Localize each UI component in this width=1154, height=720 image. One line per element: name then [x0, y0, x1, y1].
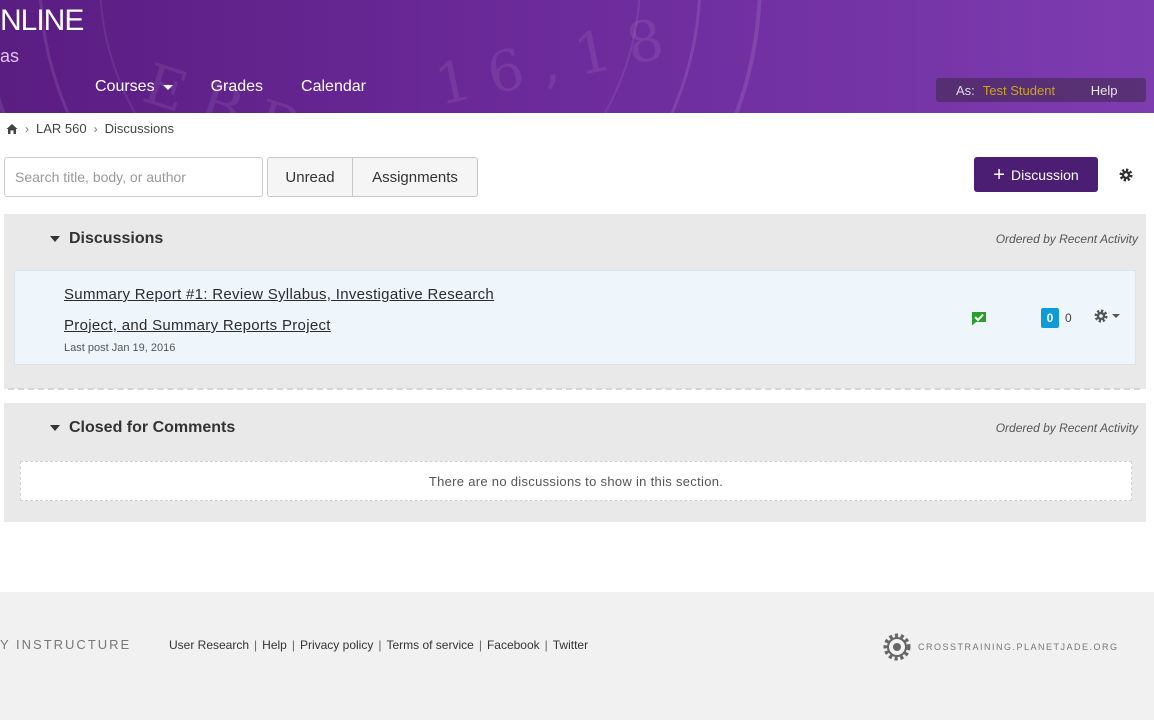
- plus-icon: +: [993, 163, 1005, 186]
- chevron-down-icon: [162, 84, 173, 90]
- link-separator: |: [544, 638, 548, 652]
- chevron-right-icon: ›: [93, 121, 98, 136]
- user-name-link[interactable]: Test Student: [983, 83, 1075, 98]
- breadcrumb: › LAR 560 › Discussions: [6, 121, 174, 136]
- footer: Y INSTRUCTURE User Research | Help | Pri…: [0, 592, 1154, 720]
- instructure-logo[interactable]: Y INSTRUCTURE: [0, 637, 131, 652]
- as-label: As:: [956, 82, 975, 98]
- nav-calendar[interactable]: Calendar: [301, 78, 366, 96]
- global-nav: Courses Grades Calendar: [95, 78, 404, 96]
- gear-icon: [1094, 309, 1108, 323]
- empty-state-message: There are no discussions to show in this…: [20, 461, 1132, 501]
- help-link[interactable]: Help: [1091, 83, 1118, 98]
- closed-section-toggle[interactable]: Closed for Comments: [50, 419, 235, 437]
- caret-down-icon: [50, 236, 60, 242]
- nav-grades[interactable]: Grades: [211, 78, 263, 96]
- footer-link-user-research[interactable]: User Research: [169, 638, 249, 652]
- unread-count-badge: 0: [1041, 308, 1059, 328]
- brand-logo-text: NLINE: [0, 4, 84, 37]
- nav-calendar-label: Calendar: [301, 78, 366, 95]
- sort-order-label: Ordered by Recent Activity: [995, 421, 1138, 435]
- footer-link-terms[interactable]: Terms of service: [386, 638, 473, 652]
- link-separator: |: [291, 638, 295, 652]
- university-seal-watermark: E B R U A R Y 1 6 , 1 8: [0, 0, 762, 113]
- subscribed-icon[interactable]: [971, 311, 987, 326]
- footer-link-twitter[interactable]: Twitter: [553, 638, 588, 652]
- nav-courses[interactable]: Courses: [95, 78, 173, 96]
- nav-grades-label: Grades: [210, 78, 264, 95]
- closed-section: Closed for Comments Ordered by Recent Ac…: [4, 403, 1146, 522]
- discussion-settings-menu[interactable]: [1093, 308, 1120, 324]
- footer-link-help[interactable]: Help: [262, 638, 287, 652]
- footer-link-facebook[interactable]: Facebook: [487, 638, 540, 652]
- brand-subtitle: as: [0, 46, 20, 66]
- last-post-date: Last post Jan 19, 2016: [64, 342, 176, 354]
- total-replies-count: 0: [1065, 311, 1072, 325]
- discussions-section-toggle[interactable]: Discussions: [50, 230, 163, 248]
- discussions-section: Discussions Ordered by Recent Activity S…: [4, 214, 1146, 389]
- section-title: Closed for Comments: [69, 419, 236, 436]
- breadcrumb-current: Discussions: [104, 121, 174, 136]
- discussion-row[interactable]: Summary Report #1: Review Syllabus, Inve…: [14, 270, 1136, 365]
- link-separator: |: [478, 638, 482, 652]
- global-header: E B R U A R Y 1 6 , 1 8 NLINE as Courses…: [0, 0, 1154, 113]
- section-divider: [8, 388, 1140, 390]
- unread-filter-button[interactable]: Unread: [267, 157, 353, 197]
- nav-courses-label: Courses: [95, 78, 155, 95]
- footer-link-privacy[interactable]: Privacy policy: [300, 638, 373, 652]
- breadcrumb-course[interactable]: LAR 560: [36, 121, 87, 136]
- caret-down-icon: [50, 425, 60, 431]
- assignments-filter-label: Assignments: [372, 168, 458, 186]
- discussion-title-link[interactable]: Summary Report #1: Review Syllabus, Inve…: [64, 279, 524, 341]
- chevron-right-icon: ›: [25, 121, 29, 136]
- watermark-text: CROSSTRAINING.PLANETJADE.ORG: [918, 642, 1119, 652]
- gear-icon: [1119, 168, 1133, 181]
- watermark-logo: CROSSTRAINING.PLANETJADE.ORG: [882, 632, 1119, 662]
- add-discussion-button[interactable]: + Discussion: [974, 157, 1098, 192]
- svg-text:1 6 , 1 8: 1 6 , 1 8: [429, 7, 669, 113]
- settings-button[interactable]: [1106, 157, 1146, 192]
- unread-filter-label: Unread: [285, 168, 335, 186]
- footer-links: User Research | Help | Privacy policy | …: [169, 638, 588, 652]
- sort-order-label: Ordered by Recent Activity: [995, 232, 1138, 246]
- user-bar: As: Test Student Help: [936, 78, 1146, 102]
- assignments-filter-button[interactable]: Assignments: [352, 157, 478, 197]
- link-separator: |: [254, 638, 258, 652]
- link-separator: |: [378, 638, 382, 652]
- home-icon[interactable]: [6, 123, 18, 135]
- chevron-down-icon: [1112, 314, 1120, 318]
- section-title: Discussions: [69, 230, 164, 247]
- search-input[interactable]: [4, 157, 263, 197]
- gear-logo-icon: [883, 633, 911, 661]
- add-discussion-label: Discussion: [1010, 166, 1079, 183]
